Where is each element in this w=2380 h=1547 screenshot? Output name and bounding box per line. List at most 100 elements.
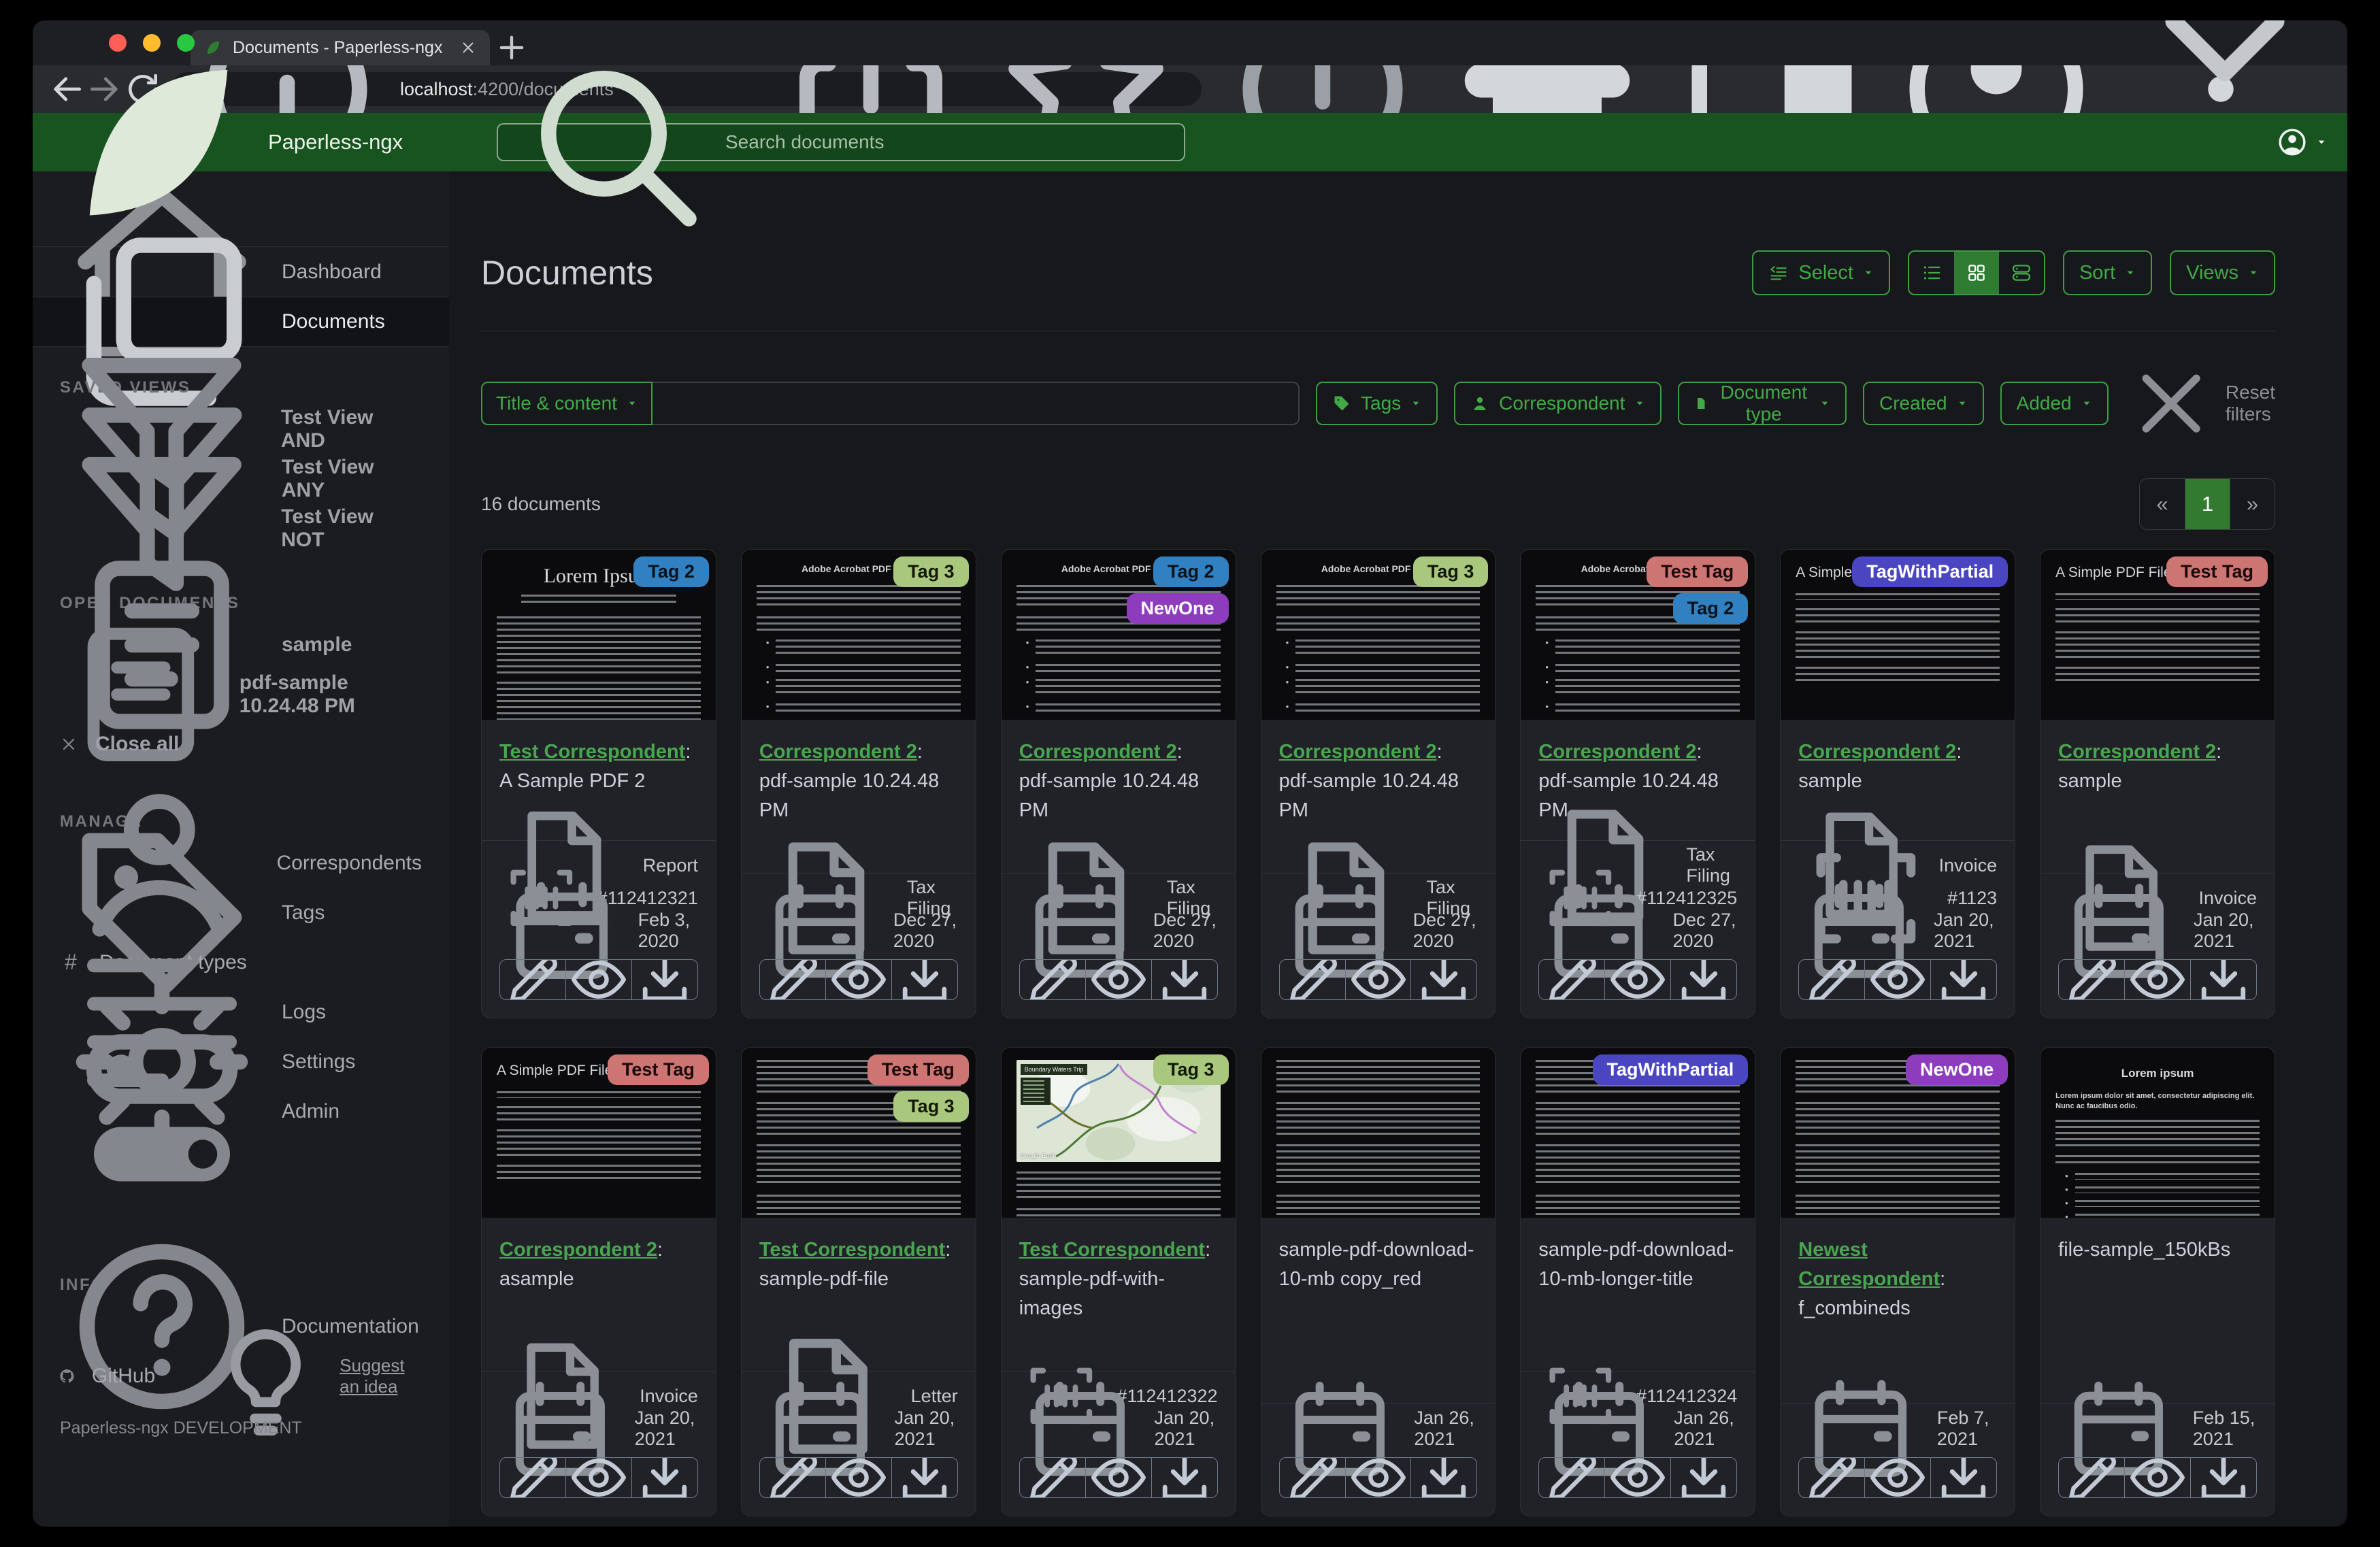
sidebar-item-github[interactable]: GitHub [92, 1365, 155, 1388]
pagination-prev[interactable]: « [2140, 479, 2185, 529]
download-button[interactable] [891, 1458, 957, 1498]
detail-view-button[interactable] [1999, 252, 2044, 294]
document-card[interactable]: Test Tag Tag 3 Test Correspondent: sample… [740, 1047, 976, 1517]
document-thumbnail[interactable]: TagWithPartial [1521, 1048, 1755, 1218]
document-thumbnail[interactable]: Adobe Acrobat PDF Files Test TagTag 2 [1521, 550, 1755, 720]
reset-filters-button[interactable]: Reset filters [2125, 357, 2275, 450]
download-button[interactable] [1670, 1458, 1736, 1498]
document-card[interactable]: A Simple PDF File TagWithPartial Corresp… [1780, 549, 2016, 1019]
edit-button[interactable] [1539, 960, 1604, 1000]
preview-button[interactable] [1344, 960, 1411, 1000]
document-thumbnail[interactable]: Adobe Acrobat PDF Files Tag 2NewOne [1001, 550, 1236, 720]
document-card[interactable]: A Simple PDF File Test Tag Correspondent… [2040, 549, 2275, 1019]
document-thumbnail[interactable]: Lorem Ipsum Tag 2 [482, 550, 716, 720]
preview-button[interactable] [1604, 960, 1670, 1000]
created-filter-button[interactable]: Created [1863, 382, 1984, 426]
sort-button[interactable]: Sort [2062, 250, 2153, 295]
tag-badge[interactable]: Tag 2 [1153, 556, 1229, 588]
document-thumbnail[interactable]: NewOne [1781, 1048, 2015, 1218]
document-card[interactable]: A Simple PDF File Test Tag Correspondent… [481, 1047, 716, 1517]
edit-button[interactable] [760, 960, 825, 1000]
filter-field-dropdown[interactable]: Title & content [481, 382, 652, 426]
document-card[interactable]: sample-pdf-download-10-mb copy_red Jan 2… [1260, 1047, 1496, 1517]
edit-button[interactable] [1799, 1458, 1864, 1498]
correspondent-link[interactable]: Test Correspondent [499, 741, 685, 763]
document-thumbnail[interactable]: Adobe Acrobat PDF Files Tag 3 [1261, 550, 1495, 720]
edit-button[interactable] [1280, 1458, 1345, 1498]
document-card[interactable]: Adobe Acrobat PDF Files Tag 3 Correspond… [1260, 549, 1496, 1019]
download-button[interactable] [1930, 1458, 1996, 1498]
sidebar-item-open-doc-pdf-sample[interactable]: pdf-sample 10.24.48 PM [33, 627, 449, 761]
download-button[interactable] [2190, 1458, 2256, 1498]
list-view-button[interactable] [1909, 252, 1954, 294]
tag-badge[interactable]: Test Tag [1647, 556, 1749, 588]
search-input[interactable] [725, 131, 1172, 153]
document-card[interactable]: Lorem ipsum Lorem ipsum dolor sit amet, c… [2040, 1047, 2275, 1517]
correspondent-link[interactable]: Correspondent 2 [1538, 741, 1696, 763]
tag-badge[interactable]: TagWithPartial [1592, 1054, 1749, 1086]
document-type-filter-button[interactable]: Document type [1678, 382, 1847, 426]
preview-button[interactable] [565, 1458, 631, 1498]
preview-button[interactable] [825, 1458, 891, 1498]
document-thumbnail[interactable] [1261, 1048, 1495, 1218]
tag-badge[interactable]: NewOne [1906, 1054, 2009, 1086]
edit-button[interactable] [500, 1458, 565, 1498]
download-button[interactable] [1151, 1458, 1217, 1498]
correspondent-link[interactable]: Newest Correspondent [1798, 1239, 1940, 1290]
document-thumbnail[interactable]: Test Tag Tag 3 [741, 1048, 976, 1218]
document-thumbnail[interactable]: A Simple PDF File Test Tag [2040, 550, 2275, 720]
preview-button[interactable] [565, 960, 631, 1000]
tag-badge[interactable]: NewOne [1126, 593, 1229, 625]
correspondent-filter-button[interactable]: Correspondent [1454, 382, 1662, 426]
preview-button[interactable] [825, 960, 891, 1000]
download-button[interactable] [1410, 1458, 1476, 1498]
download-button[interactable] [1151, 960, 1217, 1000]
preview-button[interactable] [1344, 1458, 1411, 1498]
app-logo[interactable]: Paperless-ngx [53, 40, 403, 244]
tag-badge[interactable]: Tag 2 [1672, 593, 1749, 625]
document-card[interactable]: Adobe Acrobat PDF Files Tag 3 Correspond… [740, 549, 976, 1019]
user-menu[interactable] [2277, 127, 2327, 158]
download-button[interactable] [2190, 960, 2256, 1000]
preview-button[interactable] [1864, 960, 1930, 1000]
download-button[interactable] [1670, 960, 1736, 1000]
edit-button[interactable] [1020, 960, 1085, 1000]
tag-badge[interactable]: Tag 3 [893, 556, 969, 588]
tag-badge[interactable]: Tag 2 [633, 556, 709, 588]
tag-badge[interactable]: TagWithPartial [1852, 556, 2009, 588]
tag-badge[interactable]: Test Tag [607, 1054, 709, 1086]
pagination-next[interactable]: » [2230, 479, 2275, 530]
sidebar-item-admin[interactable]: Admin [33, 1033, 449, 1181]
edit-button[interactable] [1539, 1458, 1604, 1498]
edit-button[interactable] [2059, 960, 2124, 1000]
tag-badge[interactable]: Tag 3 [893, 1091, 969, 1122]
correspondent-link[interactable]: Correspondent 2 [1798, 741, 1956, 763]
filter-text-input[interactable] [652, 382, 1300, 426]
preview-button[interactable] [1604, 1458, 1670, 1498]
edit-button[interactable] [500, 960, 565, 1000]
preview-button[interactable] [1864, 1458, 1930, 1498]
global-search[interactable] [497, 71, 1185, 227]
document-thumbnail[interactable]: A Simple PDF File TagWithPartial [1781, 550, 2015, 720]
download-button[interactable] [631, 960, 697, 1000]
preview-button[interactable] [2124, 1458, 2190, 1498]
edit-button[interactable] [760, 1458, 825, 1498]
edit-button[interactable] [1020, 1458, 1085, 1498]
document-card[interactable]: Adobe Acrobat PDF Files Test TagTag 2 Co… [1520, 549, 1756, 1019]
preview-button[interactable] [1085, 960, 1151, 1000]
correspondent-link[interactable]: Correspondent 2 [2058, 741, 2216, 763]
document-card[interactable]: TagWithPartial sample-pdf-download-10-mb… [1520, 1047, 1756, 1517]
correspondent-link[interactable]: Correspondent 2 [1019, 741, 1177, 763]
grid-view-button[interactable] [1953, 252, 1999, 294]
correspondent-link[interactable]: Correspondent 2 [759, 741, 917, 763]
document-card[interactable]: NewOne Newest Correspondent: f_combineds… [1780, 1047, 2016, 1517]
preview-button[interactable] [2124, 960, 2190, 1000]
download-button[interactable] [1930, 960, 1996, 1000]
tags-filter-button[interactable]: Tags [1316, 382, 1438, 426]
added-filter-button[interactable]: Added [2000, 382, 2109, 426]
tag-badge[interactable]: Tag 3 [1412, 556, 1489, 588]
document-card[interactable]: Boundary Waters Trip Google Earth Tag 3 T… [1000, 1047, 1236, 1517]
correspondent-link[interactable]: Correspondent 2 [1279, 741, 1437, 763]
download-button[interactable] [891, 960, 957, 1000]
download-button[interactable] [631, 1458, 697, 1498]
